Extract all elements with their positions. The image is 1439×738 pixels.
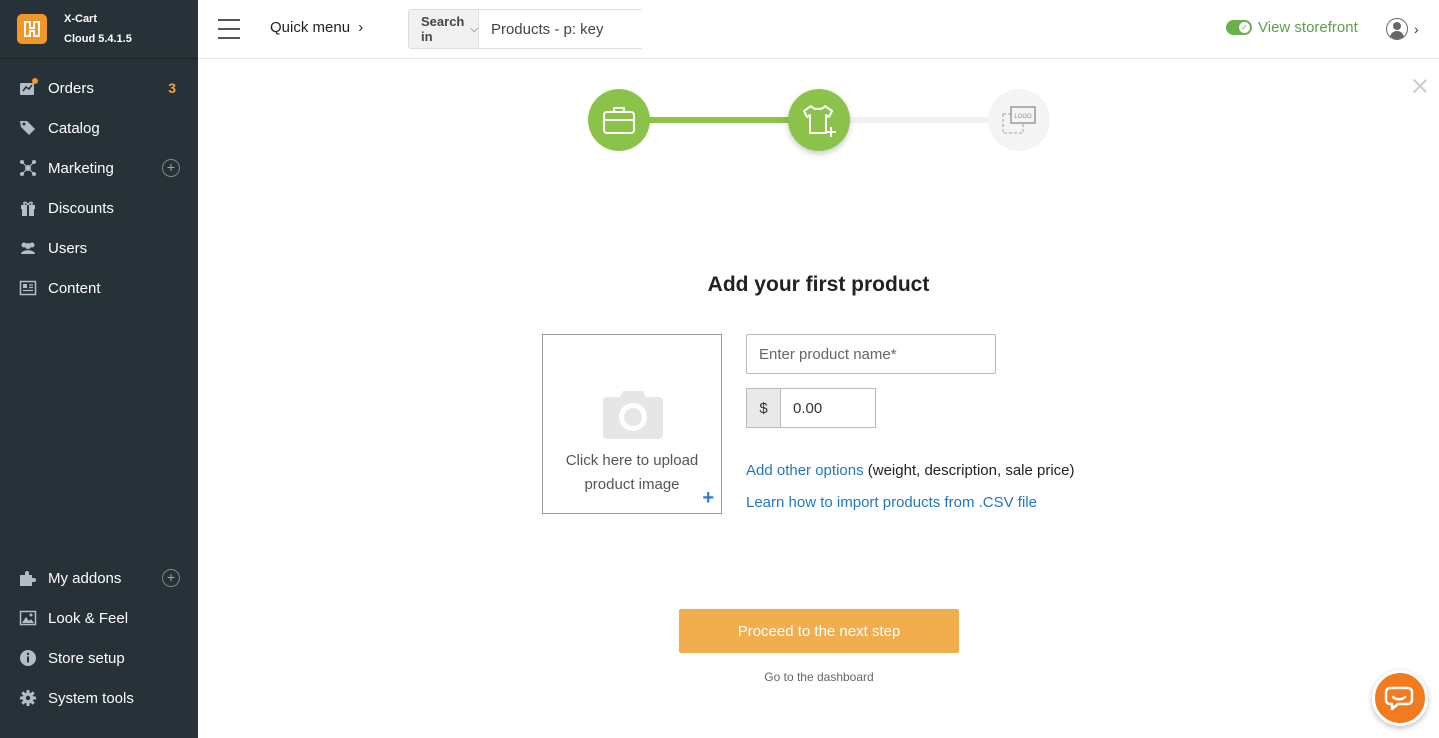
svg-text:LOGO: LOGO [1014,114,1032,120]
chevron-right-icon: › [1414,21,1419,37]
gear-icon [18,688,38,708]
user-avatar-icon [1386,18,1408,40]
sidebar: X-Cart Cloud 5.4.1.5 Orders 3 Catalog Ma… [0,0,198,738]
other-options-note: (weight, description, sale price) [863,462,1075,479]
top-header: Quick menu › Search in ⌵ ✓ View storefro… [198,0,1439,59]
upload-hint-line-2: product image [584,476,680,493]
users-icon [18,238,38,258]
sidebar-item-label: Orders [48,79,94,97]
sidebar-item-look-feel[interactable]: Look & Feel [0,598,198,638]
page-title: Add your first product [0,273,1439,297]
search-in-dropdown[interactable]: Search in ⌵ [409,10,479,48]
price-field: $ [746,388,876,428]
xcart-logo-icon [17,14,47,44]
step-logo[interactable]: LOGO [988,89,1050,151]
sidebar-item-label: My addons [48,569,122,587]
image-icon [18,608,38,628]
quick-menu-button[interactable]: Quick menu › [270,19,363,36]
briefcase-icon [603,107,635,134]
chevron-right-icon: › [358,19,364,36]
orders-count-badge: 3 [168,80,176,96]
sidebar-item-orders[interactable]: Orders 3 [0,68,198,108]
account-menu[interactable]: › [1386,18,1419,40]
sidebar-item-catalog[interactable]: Catalog [0,108,198,148]
sidebar-nav-bottom: My addons + Look & Feel Store setup Syst… [0,558,198,718]
product-name-input[interactable] [746,334,996,374]
proceed-next-step-button[interactable]: Proceed to the next step [679,609,959,653]
brand[interactable]: X-Cart Cloud 5.4.1.5 [0,0,198,59]
info-icon [18,648,38,668]
sidebar-item-label: Users [48,239,88,257]
search-box: Search in ⌵ [408,9,690,49]
sidebar-item-store-setup[interactable]: Store setup [0,638,198,678]
import-line: Learn how to import products from .CSV f… [746,494,1037,511]
puzzle-icon [18,568,38,588]
sidebar-nav-top: Orders 3 Catalog Marketing + Discounts U… [0,68,198,308]
search-in-label: Search in [421,14,465,44]
addons-add-icon[interactable]: + [162,569,180,587]
other-options-line: Add other options (weight, description, … [746,462,1075,479]
add-image-plus-icon[interactable]: + [702,488,714,508]
chat-support-button[interactable] [1372,670,1428,726]
sidebar-item-marketing[interactable]: Marketing + [0,148,198,188]
sidebar-item-label: Catalog [48,119,100,137]
sidebar-item-label: Look & Feel [48,609,129,627]
marketing-icon [18,158,38,178]
add-other-options-link[interactable]: Add other options [746,462,864,479]
check-icon: ✓ [1239,22,1250,33]
quick-menu-label: Quick menu [270,19,351,36]
price-input[interactable] [780,388,876,428]
marketing-add-icon[interactable]: + [162,159,180,177]
camera-icon [603,391,663,439]
brand-name: X-Cart [64,13,98,25]
page-title-text: Add your first product [707,273,930,296]
chevron-down-icon: ⌵ [470,23,478,35]
brand-version: Cloud 5.4.1.5 [64,33,132,45]
tshirt-plus-icon [803,105,836,137]
close-icon[interactable] [1411,77,1429,95]
sidebar-item-label: System tools [48,689,134,707]
import-csv-link[interactable]: Learn how to import products from .CSV f… [746,494,1037,511]
product-image-upload[interactable]: Click here to upload product image + [542,334,722,514]
step-product[interactable] [788,89,850,151]
view-storefront-toggle[interactable]: ✓ View storefront [1226,19,1358,36]
sidebar-item-label: Discounts [48,199,114,217]
sidebar-item-system-tools[interactable]: System tools [0,678,198,718]
progress-line-done [648,117,790,123]
logo-upload-icon: LOGO [1002,106,1036,134]
sidebar-item-my-addons[interactable]: My addons + [0,558,198,598]
upload-hint: Click here to upload product image [543,449,721,497]
currency-symbol: $ [746,388,780,428]
go-to-dashboard-link[interactable]: Go to the dashboard [679,670,959,684]
step-business[interactable] [588,89,650,151]
sidebar-item-label: Store setup [48,649,125,667]
chat-icon [1384,686,1414,711]
storefront-toggle-switch[interactable]: ✓ [1226,20,1252,35]
notification-dot [32,78,38,84]
sidebar-item-discounts[interactable]: Discounts [0,188,198,228]
sidebar-item-label: Marketing [48,159,114,177]
gift-icon [18,198,38,218]
sidebar-item-users[interactable]: Users [0,228,198,268]
search-input[interactable] [478,10,690,48]
progress-line-pending [850,117,990,123]
upload-hint-line-1: Click here to upload [565,452,699,469]
tag-icon [18,118,38,138]
hamburger-menu-icon[interactable] [218,19,240,39]
orders-icon [18,78,38,98]
view-storefront-link[interactable]: View storefront [1258,19,1358,36]
